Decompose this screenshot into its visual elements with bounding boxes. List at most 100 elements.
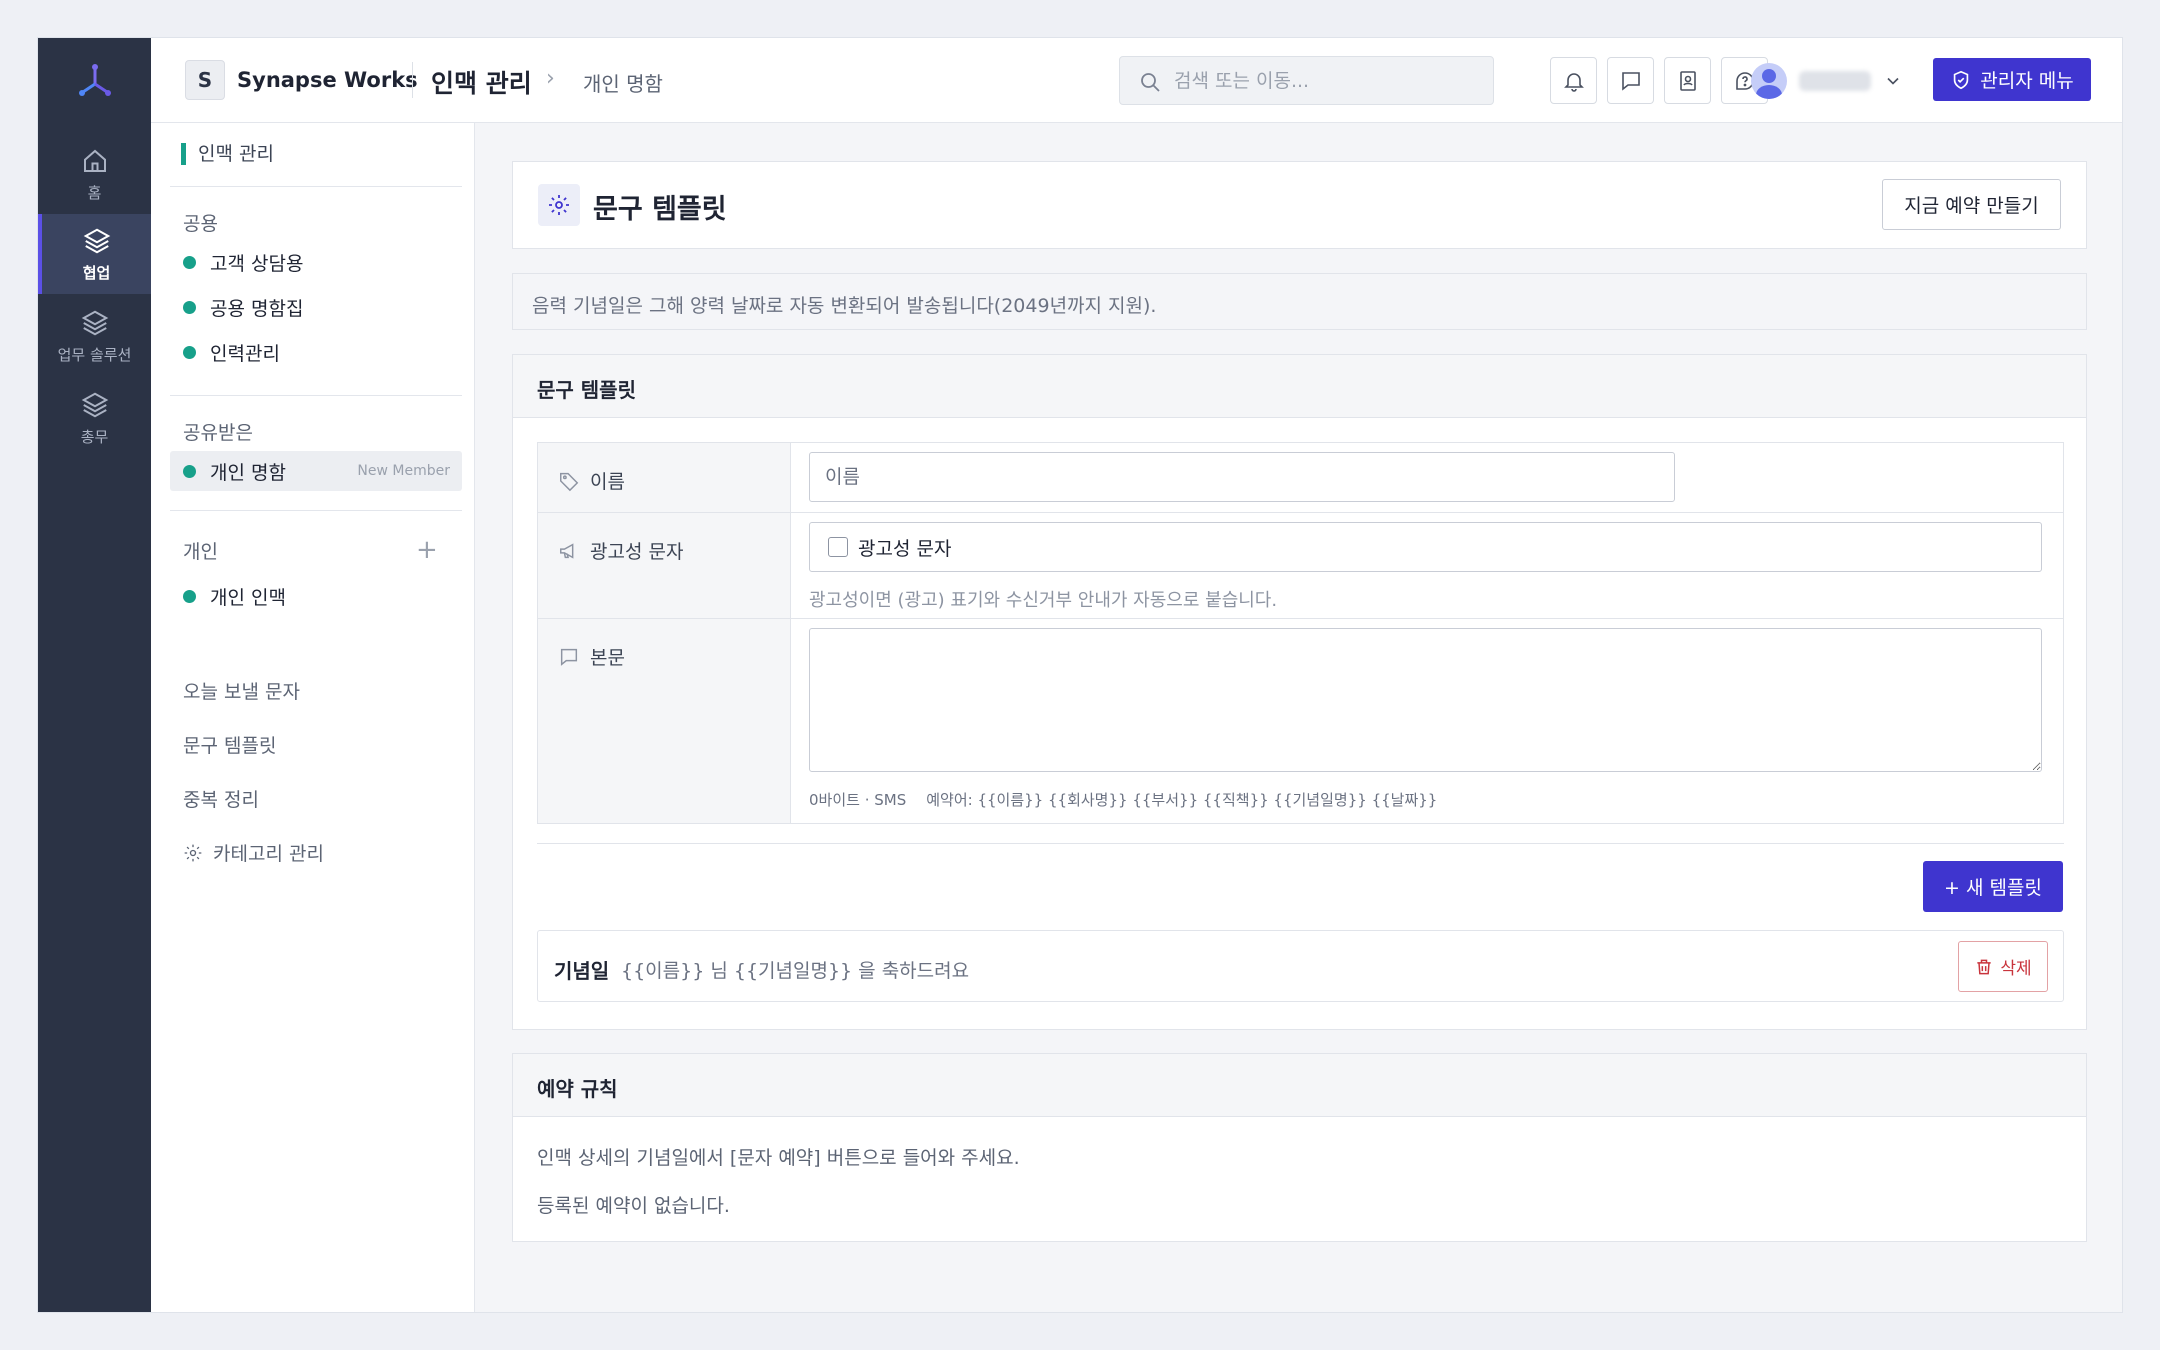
- avatar: [1751, 63, 1787, 99]
- sidebar-item-label: 고객 상담용: [210, 252, 304, 275]
- sidebar-item-label: 개인 명함: [210, 461, 286, 484]
- chevron-down-icon: [1887, 77, 1899, 85]
- section-header: 문구 템플릿: [513, 355, 2086, 418]
- layers-icon: [81, 392, 108, 417]
- sidebar-item-hr[interactable]: 인력관리: [170, 332, 462, 372]
- shield-check-icon: [1954, 70, 1969, 89]
- template-section: 문구 템플릿 이름 광고성 문자: [512, 354, 2087, 1030]
- sidebar-item-customer-consult[interactable]: 고객 상담용: [170, 242, 462, 282]
- contact-book-icon: [1679, 70, 1696, 91]
- add-personal-button[interactable]: +: [416, 537, 438, 563]
- sidebar-group-public: 공용: [183, 213, 218, 235]
- rail-item-work-solution[interactable]: 업무 솔루션: [38, 296, 151, 376]
- sidebar-item-personal-cards[interactable]: 개인 명함 New Member: [170, 451, 462, 491]
- sidebar-link-templates[interactable]: 문구 템플릿: [183, 731, 276, 758]
- sidebar-header: 인맥 관리: [181, 143, 274, 165]
- app-window: 홈 협업 업무 솔루션 총무 S Synapse Works 인맥 관리 › 개…: [37, 37, 2123, 1313]
- sidebar-item-public-cards[interactable]: 공용 명함집: [170, 287, 462, 327]
- byte-counter: 0바이트 · SMS 예약어: {{이름}} {{회사명}} {{부서}} {{직…: [809, 789, 1437, 810]
- sidebar-link-label: 오늘 보낼 문자: [183, 681, 300, 703]
- gear-icon: [549, 195, 569, 215]
- ad-hint: 광고성이면 (광고) 표기와 수신거부 안내가 자동으로 붙습니다.: [809, 590, 1278, 611]
- name-input[interactable]: [809, 452, 1675, 502]
- app-rail: 홈 협업 업무 솔루션 총무: [38, 38, 151, 1312]
- ad-checkbox-field[interactable]: 광고성 문자: [809, 522, 2042, 572]
- field-label: 광고성 문자: [590, 541, 684, 563]
- notice-text: 음력 기념일은 그해 양력 날짜로 자동 변환되어 발송됩니다(2049년까지 …: [532, 295, 1157, 317]
- app-logo-icon[interactable]: [75, 60, 115, 100]
- sidebar-item-label: 인력관리: [210, 342, 280, 365]
- sidebar-link-today-messages[interactable]: 오늘 보낼 문자: [183, 677, 300, 704]
- rail-item-general-affairs[interactable]: 총무: [38, 378, 151, 458]
- create-reservation-button[interactable]: 지금 예약 만들기: [1882, 179, 2061, 230]
- sidebar-link-category[interactable]: 카테고리 관리: [183, 839, 324, 866]
- status-dot: [183, 300, 196, 314]
- status-dot: [183, 345, 196, 359]
- status-dot: [183, 589, 196, 603]
- sidebar-link-dedupe[interactable]: 중복 정리: [183, 785, 259, 812]
- divider: [412, 62, 413, 98]
- home-icon: [83, 149, 106, 172]
- divider: [537, 843, 2064, 844]
- bell-icon: [1563, 72, 1584, 92]
- tag-icon: [560, 472, 579, 491]
- megaphone-icon: [560, 542, 574, 559]
- chevron-right-icon: ›: [546, 66, 555, 91]
- org-name[interactable]: Synapse Works: [237, 68, 418, 92]
- delete-label: 삭제: [2000, 959, 2032, 979]
- rail-item-home[interactable]: 홈: [38, 134, 151, 214]
- rail-item-collab[interactable]: 협업: [38, 214, 151, 294]
- sidebar-item-personal-network[interactable]: 개인 인맥: [170, 576, 462, 616]
- sidebar-item-label: 개인 인맥: [210, 586, 286, 609]
- admin-menu-label: 관리자 메뉴: [1980, 70, 2074, 92]
- divider: [170, 395, 462, 396]
- sidebar-item-label: 공용 명함집: [210, 297, 304, 320]
- breadcrumb[interactable]: 개인 명함: [583, 68, 663, 97]
- chat-icon: [1621, 71, 1640, 91]
- ad-checkbox[interactable]: [828, 537, 848, 557]
- member-tag: New Member: [357, 463, 450, 479]
- status-dot: [183, 464, 196, 478]
- section-title: 문구 템플릿: [537, 378, 636, 402]
- body-textarea[interactable]: [809, 628, 2042, 772]
- admin-menu-button[interactable]: 관리자 메뉴: [1933, 58, 2091, 101]
- rail-item-label: 총무: [80, 427, 109, 446]
- page-header-card: 문구 템플릿 지금 예약 만들기: [512, 161, 2087, 249]
- sidebar: 인맥 관리 공용 고객 상담용 공용 명함집 인력관리 공유받은 개인 명함 Ne…: [151, 123, 475, 1312]
- divider: [170, 186, 462, 187]
- sidebar-link-label: 카테고리 관리: [213, 843, 324, 865]
- form-row-body: 본문 0바이트 · SMS 예약어: {{이름}} {{회사명}} {{부서}} …: [538, 619, 2063, 823]
- messages-button[interactable]: [1607, 57, 1654, 104]
- new-template-button[interactable]: + 새 템플릿: [1923, 861, 2063, 912]
- sidebar-link-label: 중복 정리: [183, 789, 259, 811]
- layers-icon: [81, 310, 108, 335]
- delete-template-button[interactable]: 삭제: [1958, 941, 2048, 992]
- sidebar-group-shared: 공유받은: [183, 422, 253, 444]
- org-badge[interactable]: S: [185, 60, 225, 100]
- template-body: {{이름}} 님 {{기념일명}} 을 축하드려요: [621, 960, 970, 982]
- rule-guide-text: 인맥 상세의 기념일에서 [문자 예약] 버튼으로 들어와 주세요.: [537, 1147, 1020, 1169]
- section-header: 예약 규칙: [513, 1054, 2086, 1117]
- sidebar-group-personal: 개인: [183, 541, 218, 563]
- user-name-redacted: [1799, 71, 1871, 91]
- reservation-rule-section: 예약 규칙 인맥 상세의 기념일에서 [문자 예약] 버튼으로 들어와 주세요.…: [512, 1053, 2087, 1242]
- app-title[interactable]: 인맥 관리: [431, 64, 532, 100]
- template-list-item[interactable]: 기념일 {{이름}} 님 {{기념일명}} 을 축하드려요 삭제: [537, 930, 2064, 1002]
- variable-example: 예약어: {{이름}} {{회사명}} {{부서}} {{직책}} {{기념일명…: [926, 791, 1438, 809]
- user-menu[interactable]: [1751, 60, 1903, 102]
- chat-icon: [560, 648, 578, 666]
- notifications-button[interactable]: [1550, 57, 1597, 104]
- divider: [170, 510, 462, 511]
- gear-icon: [184, 844, 202, 861]
- sidebar-link-label: 문구 템플릿: [183, 735, 277, 757]
- field-label-cell: 이름: [538, 443, 791, 512]
- search-box[interactable]: [1119, 56, 1494, 105]
- field-label-cell: 본문: [538, 619, 791, 823]
- contacts-button[interactable]: [1664, 57, 1711, 104]
- top-bar: S Synapse Works 인맥 관리 › 개인 명함 관리자: [151, 38, 2122, 123]
- empty-state-text: 등록된 예약이 없습니다.: [537, 1195, 730, 1217]
- trash-icon: [1977, 959, 1992, 974]
- search-input[interactable]: [1174, 57, 1474, 104]
- settings-icon-badge: [538, 184, 580, 226]
- lunar-notice: 음력 기념일은 그해 양력 날짜로 자동 변환되어 발송됩니다(2049년까지 …: [512, 273, 2087, 330]
